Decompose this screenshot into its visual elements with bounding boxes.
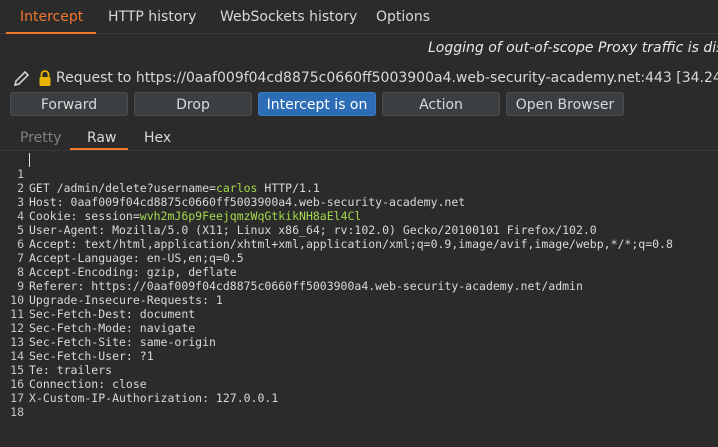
request-target-url: Request to https://0aaf009f04cd8875c0660… bbox=[56, 70, 718, 86]
cookie-header: Cookie: session=wvh2mJ6p9FeejqmzWqGtkikN… bbox=[29, 209, 361, 223]
host-header: Host: 0aaf009f04cd8875c0660ff5003900a4.w… bbox=[29, 195, 466, 209]
te-header: Te: trailers bbox=[29, 363, 113, 377]
request-line: GET /admin/delete?username=carlos HTTP/1… bbox=[29, 181, 320, 195]
editor-line: 7 Accept-Encoding: gzip, deflate bbox=[0, 237, 237, 279]
tab-hex[interactable]: Hex bbox=[144, 126, 171, 150]
editor-line: 9 Upgrade-Insecure-Requests: 1 bbox=[0, 265, 223, 307]
x-custom-ip-authorization-header: X-Custom-IP-Authorization: 127.0.0.1 bbox=[29, 391, 279, 405]
intercept-toggle-button[interactable]: Intercept is on bbox=[258, 92, 376, 116]
editor-line: 13 Sec-Fetch-User: ?1 bbox=[0, 321, 153, 363]
tab-raw[interactable]: Raw bbox=[87, 126, 116, 150]
editor-line: 10 Sec-Fetch-Dest: document bbox=[0, 279, 195, 321]
editor-line: 1 GET /admin/delete?username=carlos HTTP… bbox=[0, 153, 320, 195]
editor-line: 8 Referer: https://0aaf009f04cd8875c0660… bbox=[0, 251, 583, 293]
text-cursor bbox=[29, 153, 30, 167]
connection-header: Connection: close bbox=[29, 377, 147, 391]
editor-line: 5 Accept: text/html,application/xhtml+xm… bbox=[0, 209, 673, 251]
proxy-tab-bar: Intercept HTTP history WebSockets histor… bbox=[0, 0, 718, 34]
editor-line: 6 Accept-Language: en-US,en;q=0.5 bbox=[0, 223, 244, 265]
pencil-icon[interactable] bbox=[12, 68, 32, 88]
accept-header: Accept: text/html,application/xhtml+xml,… bbox=[29, 237, 673, 251]
editor-line: 12 Sec-Fetch-Site: same-origin bbox=[0, 307, 216, 349]
referer-header: Referer: https://0aaf009f04cd8875c0660ff… bbox=[29, 279, 583, 293]
tab-pretty[interactable]: Pretty bbox=[20, 126, 62, 150]
cookie-key: Cookie: session= bbox=[29, 209, 140, 223]
active-sub-tab-indicator bbox=[70, 148, 128, 150]
tab-bar-divider bbox=[0, 33, 718, 34]
editor-line: 16 X-Custom-IP-Authorization: 127.0.0.1 bbox=[0, 363, 278, 405]
tab-options[interactable]: Options bbox=[376, 0, 430, 34]
sec-fetch-dest-header: Sec-Fetch-Dest: document bbox=[29, 307, 196, 321]
sec-fetch-user-header: Sec-Fetch-User: ?1 bbox=[29, 349, 154, 363]
line-number: 18 bbox=[10, 405, 24, 419]
editor-line: 4 User-Agent: Mozilla/5.0 (X11; Linux x8… bbox=[0, 195, 597, 237]
tab-http-history[interactable]: HTTP history bbox=[108, 0, 196, 34]
editor-line: 3 Cookie: session=wvh2mJ6p9FeejqmzWqGtki… bbox=[0, 181, 361, 223]
accept-language-header: Accept-Language: en-US,en;q=0.5 bbox=[29, 251, 244, 265]
sec-fetch-mode-header: Sec-Fetch-Mode: navigate bbox=[29, 321, 196, 335]
open-browser-button[interactable]: Open Browser bbox=[506, 92, 624, 116]
tab-intercept[interactable]: Intercept bbox=[20, 0, 83, 34]
http-version: HTTP/1.1 bbox=[257, 181, 320, 195]
editor-line: 14 Te: trailers bbox=[0, 335, 112, 377]
drop-button[interactable]: Drop bbox=[134, 92, 252, 116]
request-method-path: GET /admin/delete?username= bbox=[29, 181, 216, 195]
sub-tab-divider bbox=[0, 150, 718, 151]
editor-line: 17 bbox=[0, 377, 28, 405]
editor-line: 18 bbox=[0, 391, 28, 419]
editor-line: 11 Sec-Fetch-Mode: navigate bbox=[0, 293, 195, 335]
editor-line: 2 Host: 0aaf009f04cd8875c0660ff5003900a4… bbox=[0, 167, 465, 209]
sec-fetch-site-header: Sec-Fetch-Site: same-origin bbox=[29, 335, 216, 349]
logging-status-message: Logging of out-of-scope Proxy traffic is… bbox=[428, 40, 718, 56]
accept-encoding-header: Accept-Encoding: gzip, deflate bbox=[29, 265, 237, 279]
active-tab-indicator bbox=[6, 32, 96, 34]
action-button[interactable]: Action bbox=[382, 92, 500, 116]
lock-icon bbox=[39, 70, 51, 86]
forward-button[interactable]: Forward bbox=[10, 92, 128, 116]
tab-websockets-history[interactable]: WebSockets history bbox=[220, 0, 357, 34]
editor-line: 15 Connection: close bbox=[0, 349, 147, 391]
user-agent-header: User-Agent: Mozilla/5.0 (X11; Linux x86_… bbox=[29, 223, 597, 237]
upgrade-insecure-requests-header: Upgrade-Insecure-Requests: 1 bbox=[29, 293, 223, 307]
session-cookie-value: wvh2mJ6p9FeejqmzWqGtkikNH8aEl4Cl bbox=[139, 209, 362, 223]
request-editor[interactable]: 1 GET /admin/delete?username=carlos HTTP… bbox=[0, 152, 718, 421]
username-param-value: carlos bbox=[215, 181, 258, 195]
request-info-bar: Request to https://0aaf009f04cd8875c0660… bbox=[0, 66, 718, 90]
